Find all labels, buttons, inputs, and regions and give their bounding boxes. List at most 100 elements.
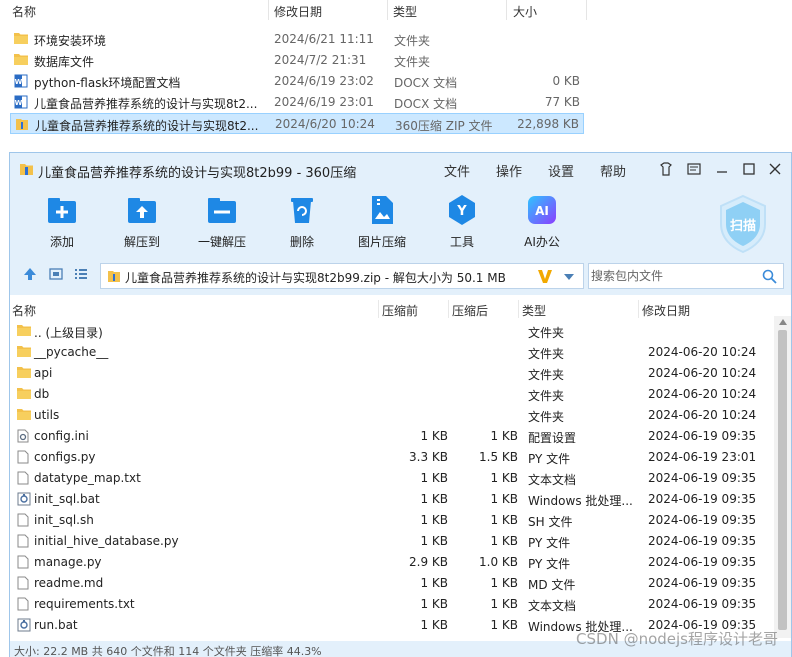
file-size-before: 1 KB bbox=[420, 492, 448, 506]
col-name[interactable]: 名称 bbox=[12, 302, 36, 319]
chevron-down-icon[interactable] bbox=[563, 273, 575, 281]
ai-office-button[interactable]: AI AI办公 bbox=[507, 193, 577, 250]
explorer-item-date: 2024/6/20 10:24 bbox=[275, 117, 375, 131]
address-bar: 儿童食品营养推荐系统的设计与实现8t2b99.zip - 解包大小为 50.1 … bbox=[10, 255, 791, 295]
file-list-row[interactable]: initial_hive_database.py 1 KB 1 KB PY 文件 202… bbox=[10, 531, 774, 552]
explorer-col-type[interactable]: 类型 bbox=[393, 3, 417, 20]
file-list-row[interactable]: requirements.txt 1 KB 1 KB 文本文档 2024-06-19 0… bbox=[10, 594, 774, 615]
file-list-row[interactable]: __pycache__ 文件夹 2024-06-20 10:24 bbox=[10, 342, 774, 363]
one-click-extract-icon bbox=[208, 198, 236, 223]
file-size-after: 1 KB bbox=[490, 597, 518, 611]
scroll-up-icon[interactable] bbox=[779, 319, 787, 325]
feedback-icon[interactable] bbox=[686, 161, 702, 177]
search-box[interactable] bbox=[588, 263, 784, 289]
file-icon bbox=[17, 576, 29, 593]
explorer-list-item[interactable]: Wpython-flask环境配置文档 2024/6/19 23:02 DOCX 文… bbox=[10, 71, 584, 92]
scan-shield-icon: 扫描 bbox=[720, 194, 766, 254]
extract-to-button[interactable]: 解压到 bbox=[107, 193, 177, 250]
image-compress-icon bbox=[372, 196, 393, 224]
explorer-list-item[interactable]: W 儿童食品营养推荐系统的设计与实现8t2... 2024/6/19 23:01 DO… bbox=[10, 92, 584, 113]
close-icon[interactable] bbox=[767, 161, 783, 177]
file-icon bbox=[17, 471, 29, 488]
explorer-list-item[interactable]: 数据库文件 2024/7/2 21:31 文件夹 bbox=[10, 50, 584, 71]
file-name: __pycache__ bbox=[34, 345, 109, 359]
col-type[interactable]: 类型 bbox=[522, 302, 546, 319]
minimize-icon[interactable] bbox=[714, 161, 730, 177]
folder-icon bbox=[17, 408, 31, 424]
one-click-extract-button[interactable]: 一键解压 bbox=[187, 193, 257, 250]
file-name: readme.md bbox=[34, 576, 104, 590]
explorer-list-item[interactable]: 环境安装环境 2024/6/21 11:11 文件夹 bbox=[10, 29, 584, 50]
file-icon bbox=[17, 597, 29, 614]
zip-archive-icon bbox=[15, 117, 29, 134]
file-size-after: 1 KB bbox=[490, 429, 518, 443]
watermark: CSDN @nodejs程序设计老哥 bbox=[576, 630, 778, 648]
file-modified-date: 2024-06-19 09:35 bbox=[648, 471, 757, 485]
archive-path-field[interactable]: 儿童食品营养推荐系统的设计与实现8t2b99.zip - 解包大小为 50.1 … bbox=[100, 263, 584, 289]
file-list-row[interactable]: init_sql.bat 1 KB 1 KB Windows 批处理... 2024-0… bbox=[10, 489, 774, 510]
delete-button[interactable]: 删除 bbox=[267, 193, 337, 250]
file-list-row[interactable]: configs.py 3.3 KB 1.5 KB PY 文件 2024-06-19 23… bbox=[10, 447, 774, 468]
image-compress-button[interactable]: 图片压缩 bbox=[347, 193, 417, 250]
add-button[interactable]: 添加 bbox=[27, 193, 97, 250]
file-type: SH 文件 bbox=[528, 515, 573, 529]
image-compress-label: 图片压缩 bbox=[357, 235, 406, 249]
scrollbar-thumb[interactable] bbox=[778, 330, 787, 630]
folder-icon bbox=[17, 366, 31, 382]
file-list-row[interactable]: api 文件夹 2024-06-20 10:24 bbox=[10, 363, 774, 384]
menu-file[interactable]: 文件 bbox=[444, 161, 470, 180]
file-list-row[interactable]: utils 文件夹 2024-06-20 10:24 bbox=[10, 405, 774, 426]
menu-help[interactable]: 帮助 bbox=[600, 161, 626, 180]
scan-button[interactable]: 扫描 bbox=[715, 193, 771, 255]
col-modified-date[interactable]: 修改日期 bbox=[642, 302, 690, 319]
file-list-row[interactable]: .. (上级目录) 文件夹 bbox=[10, 321, 774, 342]
file-modified-date: 2024-06-19 09:35 bbox=[648, 429, 757, 443]
col-compressed-before[interactable]: 压缩前 bbox=[382, 302, 418, 319]
file-modified-date: 2024-06-19 23:01 bbox=[648, 450, 757, 464]
word-doc-icon: W bbox=[14, 95, 28, 112]
maximize-icon[interactable] bbox=[741, 161, 757, 177]
explorer-column-header: 名称 修改日期 类型 大小 bbox=[0, 0, 590, 20]
explorer-list-item[interactable]: 儿童食品营养推荐系统的设计与实现8t2... 2024/6/20 10:24 360… bbox=[10, 113, 584, 134]
zip-app-icon bbox=[20, 164, 33, 175]
explorer-item-date: 2024/6/19 23:01 bbox=[274, 95, 374, 109]
file-name: init_sql.sh bbox=[34, 513, 94, 527]
file-list-row[interactable]: readme.md 1 KB 1 KB MD 文件 2024-06-19 09:35 bbox=[10, 573, 774, 594]
explorer-item-type: DOCX 文档 bbox=[394, 76, 458, 90]
file-name: run.bat bbox=[34, 618, 78, 632]
file-list-row[interactable]: config.ini 1 KB 1 KB 配置设置 2024-06-19 09:35 bbox=[10, 426, 774, 447]
search-icon[interactable] bbox=[762, 269, 777, 284]
file-modified-date: 2024-06-19 09:35 bbox=[648, 597, 757, 611]
file-name: .. (上级目录) bbox=[34, 326, 103, 340]
col-compressed-after[interactable]: 压缩后 bbox=[452, 302, 488, 319]
file-list-row[interactable]: init_sql.sh 1 KB 1 KB SH 文件 2024-06-19 09:35 bbox=[10, 510, 774, 531]
menu-operate[interactable]: 操作 bbox=[496, 161, 522, 180]
tools-icon: Y bbox=[449, 195, 475, 225]
file-type: Windows 批处理... bbox=[528, 494, 633, 508]
explorer-item-name: 儿童食品营养推荐系统的设计与实现8t2... bbox=[35, 119, 259, 133]
file-list-row[interactable]: manage.py 2.9 KB 1.0 KB PY 文件 2024-06-19 09:… bbox=[10, 552, 774, 573]
explorer-item-name: 儿童食品营养推荐系统的设计与实现8t2... bbox=[34, 97, 258, 111]
file-list-row[interactable]: db 文件夹 2024-06-20 10:24 bbox=[10, 384, 774, 405]
menu-settings[interactable]: 设置 bbox=[548, 161, 574, 180]
vertical-scrollbar[interactable] bbox=[774, 316, 791, 638]
folder-icon bbox=[17, 324, 31, 340]
file-size-before: 1 KB bbox=[420, 618, 448, 632]
thumbnail-view-icon[interactable] bbox=[49, 267, 63, 281]
up-arrow-icon[interactable] bbox=[23, 267, 37, 281]
add-icon bbox=[48, 198, 76, 223]
explorer-col-size[interactable]: 大小 bbox=[513, 3, 537, 20]
v-verified-icon[interactable] bbox=[537, 268, 553, 284]
file-modified-date: 2024-06-20 10:24 bbox=[648, 366, 757, 380]
file-size-after: 1.5 KB bbox=[479, 450, 518, 464]
tools-button[interactable]: Y 工具 bbox=[427, 193, 497, 250]
explorer-col-name[interactable]: 名称 bbox=[12, 3, 36, 20]
file-size-after: 1 KB bbox=[490, 513, 518, 527]
file-modified-date: 2024-06-20 10:24 bbox=[648, 345, 757, 359]
skin-icon[interactable] bbox=[658, 161, 674, 177]
explorer-col-date[interactable]: 修改日期 bbox=[274, 3, 322, 20]
search-input[interactable] bbox=[591, 267, 751, 285]
file-list-row[interactable]: datatype_map.txt 1 KB 1 KB 文本文档 2024-06-19 0… bbox=[10, 468, 774, 489]
list-view-icon[interactable] bbox=[74, 267, 88, 281]
recycle-bin-icon bbox=[291, 198, 313, 223]
